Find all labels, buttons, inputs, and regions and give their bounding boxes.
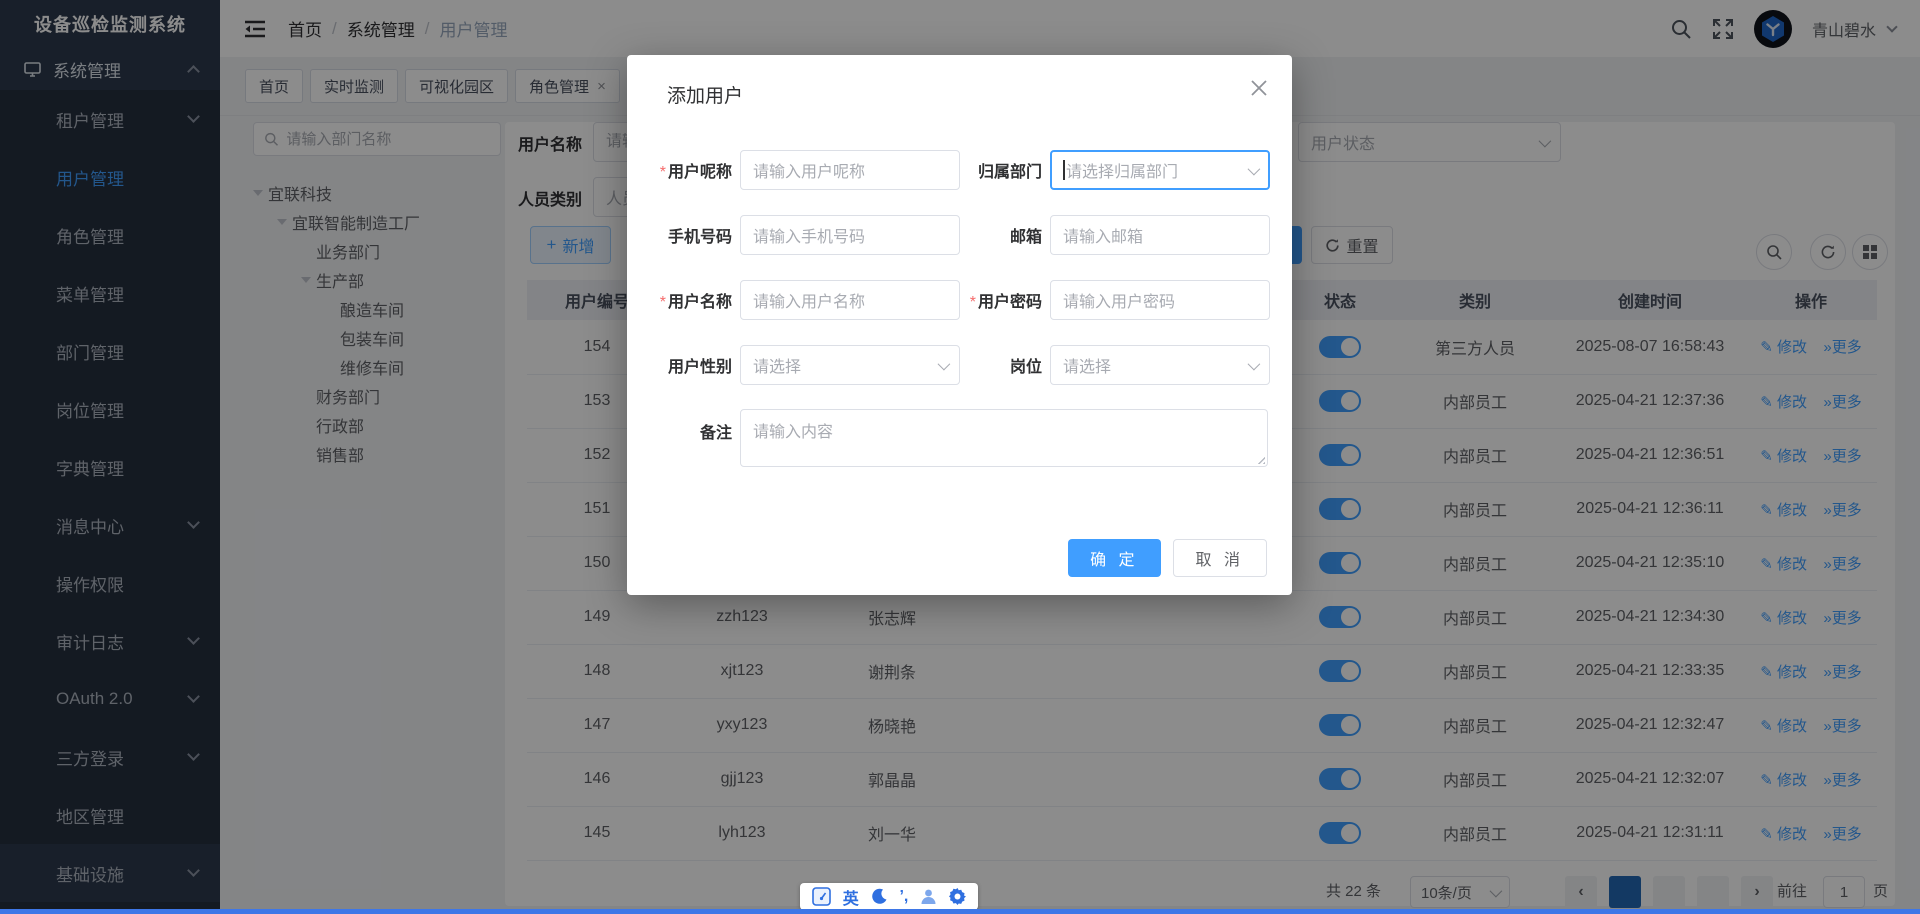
form-field: *用户呢称 请输入用户呢称 [649, 150, 960, 190]
form-field: *手机号码 请输入手机号码 [649, 215, 960, 255]
form-field: *归属部门 请选择归属部门 [960, 150, 1270, 190]
ime-halfwidth-moon-icon[interactable] [871, 888, 888, 905]
field-placeholder: 请输入用户密码 [1063, 288, 1257, 312]
field-label: *邮箱 [960, 223, 1050, 247]
field-placeholder: 请输入邮箱 [1063, 223, 1257, 247]
close-icon[interactable] [1248, 77, 1270, 99]
field-control[interactable]: 请选择 [1050, 345, 1270, 385]
field-placeholder: 请输入用户呢称 [753, 158, 947, 182]
cancel-button[interactable]: 取 消 [1173, 539, 1267, 577]
taskbar-edge-strip [0, 909, 1920, 914]
required-mark: * [660, 164, 666, 181]
remark-placeholder: 请输入内容 [753, 424, 833, 441]
ime-logo-icon[interactable] [812, 887, 831, 906]
field-label: *手机号码 [649, 223, 740, 247]
field-control[interactable]: 请选择归属部门 [1050, 150, 1270, 190]
remark-label: 备注 [649, 409, 740, 467]
field-label: *归属部门 [960, 158, 1050, 182]
field-control[interactable]: 请输入用户密码 [1050, 280, 1270, 320]
dialog-title: 添加用户 [667, 81, 743, 108]
field-control[interactable]: 请选择 [740, 345, 960, 385]
field-label: *用户性别 [649, 353, 740, 377]
chevron-down-icon [1248, 357, 1261, 370]
remark-textarea[interactable]: 请输入内容 [740, 409, 1268, 467]
field-label: *岗位 [960, 353, 1050, 377]
required-mark: * [970, 294, 976, 311]
field-placeholder: 请选择 [753, 353, 938, 377]
field-placeholder: 请选择归属部门 [1066, 158, 1248, 182]
chevron-down-icon [1248, 162, 1261, 175]
form-field: *岗位 请选择 [960, 345, 1270, 385]
dialog-footer: 确 定 取 消 [1068, 539, 1267, 577]
field-label: *用户呢称 [649, 158, 740, 182]
form-field: *用户性别 请选择 [649, 345, 960, 385]
ime-user-icon[interactable] [920, 888, 937, 905]
field-control[interactable]: 请输入邮箱 [1050, 215, 1270, 255]
ime-punctuation-toggle[interactable]: ’, [899, 888, 908, 906]
field-placeholder: 请选择 [1063, 353, 1248, 377]
chevron-down-icon [938, 357, 951, 370]
field-control[interactable]: 请输入手机号码 [740, 215, 960, 255]
remark-field: 备注 请输入内容 [649, 409, 1268, 467]
field-placeholder: 请输入手机号码 [753, 223, 947, 247]
ime-toolbar: 英 ’, [800, 883, 978, 910]
form-field: *邮箱 请输入邮箱 [960, 215, 1270, 255]
add-user-dialog: 添加用户 *用户呢称 请输入用户呢称 *归属部门 请选择归属部门 *手机号码 [627, 55, 1292, 595]
ime-settings-gear-icon[interactable] [949, 888, 966, 905]
dialog-form: *用户呢称 请输入用户呢称 *归属部门 请选择归属部门 *手机号码 请输入手机号 [649, 150, 1271, 410]
text-cursor [1063, 160, 1065, 180]
ime-language-toggle[interactable]: 英 [843, 885, 859, 909]
field-placeholder: 请输入用户名称 [753, 288, 947, 312]
field-control[interactable]: 请输入用户呢称 [740, 150, 960, 190]
form-field: *用户名称 请输入用户名称 [649, 280, 960, 320]
field-control[interactable]: 请输入用户名称 [740, 280, 960, 320]
field-label: *用户密码 [960, 288, 1050, 312]
form-field: *用户密码 请输入用户密码 [960, 280, 1270, 320]
confirm-button[interactable]: 确 定 [1068, 539, 1160, 577]
field-label: *用户名称 [649, 288, 740, 312]
required-mark: * [660, 294, 666, 311]
